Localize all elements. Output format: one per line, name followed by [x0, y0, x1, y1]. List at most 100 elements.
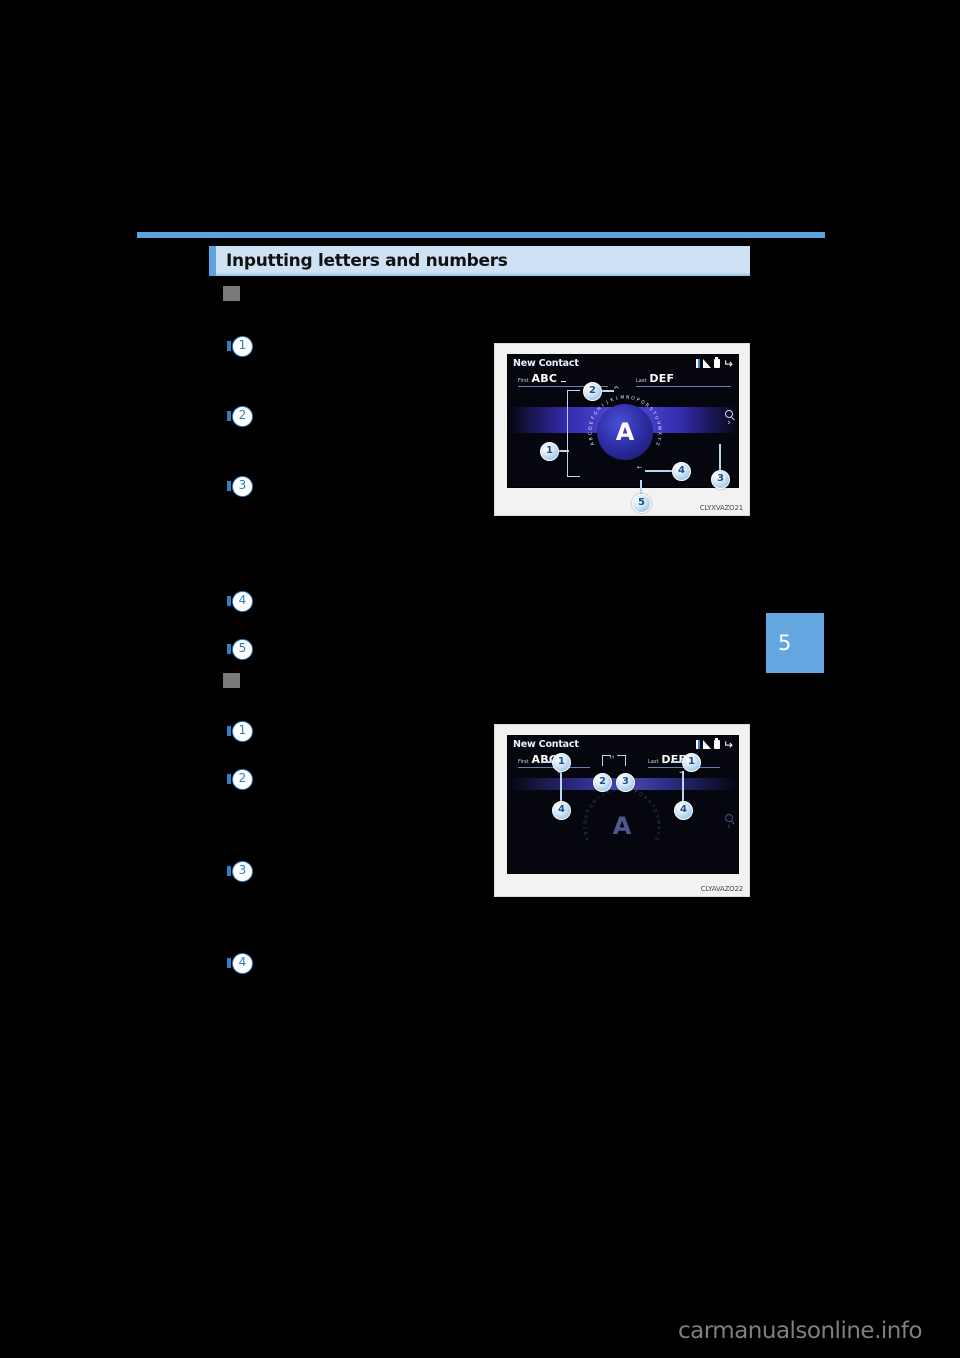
dial-ring-letter[interactable]: Y — [655, 831, 660, 835]
chevron-right-icon[interactable]: › — [727, 419, 731, 428]
page-title: Inputting letters and numbers — [226, 251, 508, 271]
dial-ring-letter[interactable]: U — [652, 809, 658, 814]
bluetooth-icon — [695, 740, 700, 749]
dial-ring-letter[interactable]: Z — [653, 836, 659, 841]
figure2-bubble-3: 3 — [616, 773, 635, 792]
bluetooth-icon — [695, 359, 700, 368]
callout-tick — [227, 726, 231, 736]
first-name-value: ABC — [531, 372, 558, 385]
dial-selected-letter: A — [615, 418, 635, 446]
figure1-leader-4 — [645, 470, 673, 472]
callout-tick — [227, 481, 231, 491]
dial-core[interactable]: A — [594, 798, 650, 854]
screen-titlebar: New Contact ↵ — [508, 736, 738, 753]
figure2-leader-4a — [560, 771, 562, 803]
callout-number-3: 3 — [227, 476, 253, 497]
dial-ring-letter[interactable]: Z — [654, 441, 660, 446]
screen-title: New Contact — [513, 358, 579, 369]
dial-ring-letter[interactable]: G — [589, 804, 595, 810]
callout-number-2: 2 — [227, 406, 253, 427]
last-name-field[interactable]: Last DEF — [636, 372, 731, 387]
dial-ring-letter[interactable]: L — [615, 396, 619, 401]
header-rule — [137, 232, 825, 238]
manual-page: Inputting letters and numbers 1 2 3 4 5 … — [0, 0, 960, 1358]
figure2-leader-4b — [682, 771, 684, 803]
back-icon[interactable]: ↵ — [723, 357, 733, 371]
dial-ring-letter[interactable]: B — [584, 831, 590, 835]
chevron-down-icon-right: ⌄ — [678, 767, 684, 775]
callout2-number-4: 4 — [227, 953, 253, 974]
dial-ring-letter[interactable]: Y — [656, 437, 661, 441]
dial-ring-letter[interactable]: M — [620, 395, 624, 400]
figure1-leader-3 — [719, 444, 721, 472]
callout-number-label: 2 — [238, 771, 247, 785]
figure2-bubble-1b: 1 — [682, 753, 701, 772]
screen-right-controls[interactable]: › — [725, 410, 733, 428]
search-icon[interactable] — [725, 814, 733, 822]
screen-titlebar: New Contact ↵ — [508, 355, 738, 372]
first-name-label: First — [518, 378, 529, 384]
dial-ring-letter[interactable]: C — [583, 826, 588, 829]
dial-ring-letter[interactable]: K — [610, 398, 615, 404]
dial-ring-letter[interactable]: S — [646, 799, 652, 804]
callout-tick — [227, 596, 231, 606]
callout-number-label: 3 — [238, 478, 247, 492]
status-icon-group: ↵ — [695, 357, 733, 371]
back-icon[interactable]: ↵ — [723, 738, 733, 752]
dial-ring-letter[interactable]: V — [655, 421, 661, 425]
callout-number-label: 1 — [238, 723, 247, 737]
dial-ring-letter[interactable]: J — [602, 793, 606, 798]
figure1-leader-2 — [600, 390, 614, 392]
battery-icon — [713, 357, 720, 368]
dial-ring-letter[interactable]: X — [655, 826, 660, 829]
dial-ring-letter[interactable]: C — [588, 432, 593, 435]
dial-ring-letter[interactable]: B — [589, 437, 595, 441]
dial-core[interactable]: A — [597, 404, 653, 460]
dial-ring-letter[interactable]: I — [597, 796, 601, 801]
dial-ring-letter[interactable]: W — [656, 426, 661, 431]
chevron-right-icon[interactable]: › — [727, 823, 731, 832]
dial-ring-letter[interactable]: E — [589, 421, 595, 425]
dial-ring-letter[interactable]: I — [601, 403, 605, 408]
dial-ring-letter[interactable]: V — [654, 814, 660, 818]
dial-ring-letter[interactable]: F — [586, 809, 592, 813]
dial-ring-letter[interactable]: D — [589, 426, 594, 430]
chevron-down-icon-left: ⌄ — [556, 767, 562, 775]
dial-ring-letter[interactable]: E — [584, 815, 590, 819]
dial-ring-letter[interactable]: N — [626, 395, 630, 400]
callout-number-label: 4 — [238, 593, 247, 607]
last-name-label: Last — [648, 759, 659, 765]
backspace-icon: ← — [637, 464, 643, 471]
last-name-label: Last — [636, 378, 647, 384]
dial-ring-letter[interactable]: U — [653, 416, 659, 421]
callout-number-5: 5 — [227, 639, 253, 660]
screen-title: New Contact — [513, 739, 579, 750]
dial-ring-letter[interactable]: X — [656, 432, 661, 435]
dial-ring-letter[interactable]: T — [649, 804, 655, 809]
dial-ring-letter[interactable]: A — [590, 441, 596, 446]
callout-tick — [227, 774, 231, 784]
callout-number-label: 4 — [238, 955, 247, 969]
callout2-number-3: 3 — [227, 861, 253, 882]
screen-right-controls[interactable]: › — [725, 814, 733, 832]
dial-ring-letter[interactable]: A — [585, 836, 591, 841]
figure1-code: CLYXVAZO21 — [699, 504, 743, 512]
dial-ring-letter[interactable]: J — [606, 400, 610, 405]
callout-tick — [227, 411, 231, 421]
search-icon[interactable] — [725, 410, 733, 418]
dial-ring-letter[interactable]: F — [591, 416, 597, 420]
chapter-tab: 5 — [766, 613, 824, 673]
dial-ring-letter[interactable]: O — [630, 396, 635, 402]
chapter-tab-label: 5 — [778, 631, 792, 655]
section-title-accent — [209, 246, 216, 276]
character-dial[interactable]: A ABCDEFGHIJKLMNOPQRSTUVWXYZ — [580, 784, 664, 868]
subsection-bullet — [223, 673, 240, 688]
figure1-bubble-3: 3 — [711, 470, 730, 489]
section-title-band: Inputting letters and numbers — [209, 246, 750, 276]
character-dial[interactable]: A ABCDEFGHIJKLMNOPQRSTUVWXYZ — [586, 393, 664, 471]
dial-ring-letter[interactable]: W — [655, 819, 660, 824]
dial-ring-letter[interactable]: D — [584, 820, 589, 824]
subsection-bullet — [223, 286, 240, 301]
dial-ring-letter[interactable]: P — [633, 790, 637, 796]
dial-ring-letter[interactable]: L — [612, 788, 616, 793]
